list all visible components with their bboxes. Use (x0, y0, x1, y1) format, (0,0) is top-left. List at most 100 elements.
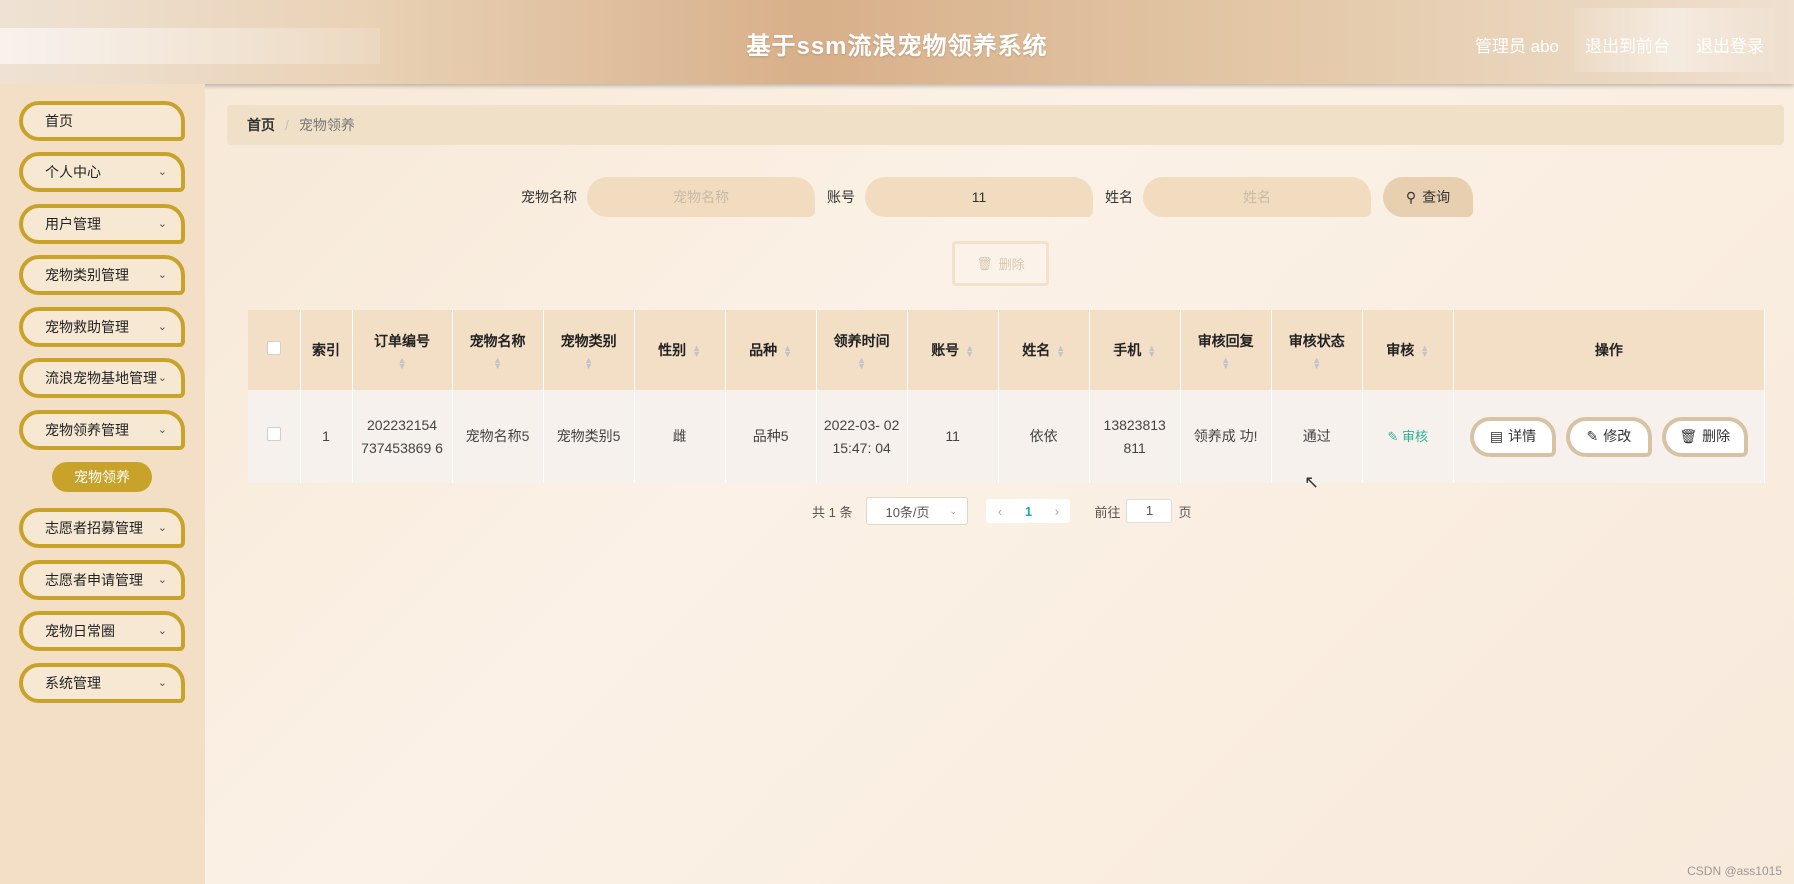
name-input[interactable]: 姓名 (1143, 177, 1371, 217)
sidebar-item-users[interactable]: 用户管理 ⌄ (19, 204, 185, 244)
edit-button[interactable]: ✎ 修改 (1565, 416, 1652, 457)
cell-status: 通过 (1271, 390, 1363, 483)
adoption-table: 索引 订单编号 ▲ ▼ 宠物名称 ▲ ▼ 宠物类别 ▲ ▼ 性别 ▲ ▼ 品种 ▲ ▼ 领养时间 ▲ ▼… (248, 310, 1766, 483)
sidebar-item-label: 流浪宠物基地管理 (45, 370, 157, 386)
header-cell[interactable]: 品种 ▲ ▼ (725, 310, 817, 390)
cell-pet-category: 宠物类别5 (543, 390, 635, 483)
sidebar-item-label: 系统管理 (45, 675, 101, 691)
header-cell[interactable]: 领养时间 ▲ ▼ (816, 310, 908, 390)
sidebar-subitem-adoption[interactable]: 宠物领养 (52, 462, 152, 492)
cell-index: 1 (300, 390, 353, 483)
sidebar-item-pet-daily[interactable]: 宠物日常圈 ⌄ (19, 611, 185, 651)
to-front-link[interactable]: 退出到前台 (1585, 32, 1670, 57)
sidebar-item-label: 宠物救助管理 (45, 319, 129, 335)
sidebar-item-adoption[interactable]: 宠物领养管理 ⌄ (19, 410, 185, 450)
sort-icon[interactable]: ▲ ▼ (1185, 356, 1267, 371)
sidebar-item-pet-category[interactable]: 宠物类别管理 ⌄ (19, 255, 185, 295)
sort-icon[interactable]: ▲ ▼ (1056, 344, 1065, 359)
header-cell[interactable]: 性别 ▲ ▼ (634, 310, 726, 390)
logout-link[interactable]: 退出登录 (1696, 32, 1764, 57)
sort-icon[interactable]: ▲ ▼ (357, 356, 448, 371)
breadcrumb-current: 宠物领养 (298, 117, 355, 133)
header-cell[interactable]: 宠物名称 ▲ ▼ (452, 310, 544, 390)
sidebar-item-label: 志愿者招募管理 (45, 520, 143, 536)
sidebar-item-volunteer-recruit[interactable]: 志愿者招募管理 ⌄ (19, 508, 185, 548)
page-size-select[interactable]: 10条/页 ⌄ (866, 497, 969, 525)
header-actions: 管理员 abo 退出到前台 退出登录 (1475, 32, 1764, 57)
page-nav: ‹ 1 › (986, 499, 1071, 523)
pagination: 共 1 条 10条/页 ⌄ ‹ 1 › 前往 1 页 (812, 496, 1192, 526)
search-icon: ⚲ (1405, 188, 1417, 205)
watermark: CSDN @ass1015 (1687, 864, 1782, 878)
account-input[interactable]: 11 (865, 177, 1093, 217)
table-header-row: 索引 订单编号 ▲ ▼ 宠物名称 ▲ ▼ 宠物类别 ▲ ▼ 性别 ▲ ▼ 品种 ▲ ▼ 领养时间 ▲ ▼… (248, 310, 1766, 390)
chevron-down-icon: ⌄ (157, 625, 167, 637)
query-button-label: 查询 (1422, 189, 1451, 205)
chevron-down-icon: ⌄ (157, 522, 167, 534)
sort-icon[interactable]: ▲ ▼ (1420, 344, 1429, 359)
header-cell[interactable]: 订单编号 ▲ ▼ (352, 310, 453, 390)
sort-icon[interactable]: ▲ ▼ (783, 344, 792, 359)
top-header: 基于ssm流浪宠物领养系统 管理员 abo 退出到前台 退出登录 (0, 0, 1794, 84)
chevron-down-icon: ⌄ (157, 677, 167, 689)
breadcrumb-home[interactable]: 首页 (247, 115, 275, 135)
audit-link[interactable]: ✎ 审核 (1387, 429, 1428, 444)
pager-total: 共 1 条 (812, 504, 853, 520)
cell-phone: 13823813 811 (1089, 390, 1181, 483)
chevron-down-icon: ⌄ (157, 372, 167, 384)
header-cell[interactable]: 宠物类别 ▲ ▼ (543, 310, 635, 390)
cell-audit: ✎ 审核 (1362, 390, 1454, 483)
row-select[interactable] (248, 390, 301, 483)
sort-icon[interactable]: ▲ ▼ (965, 344, 974, 359)
sidebar-item-pet-rescue[interactable]: 宠物救助管理 ⌄ (19, 307, 185, 347)
chevron-down-icon: ⌄ (157, 166, 167, 178)
sidebar-item-label: 个人中心 (45, 164, 101, 180)
sort-icon[interactable]: ▲ ▼ (821, 356, 903, 371)
chevron-down-icon: ⌄ (949, 505, 958, 517)
search-bar: 宠物名称 宠物名称 账号 11 姓名 姓名 ⚲ 查询 (521, 177, 1473, 217)
header-cell: 操作 (1453, 310, 1766, 390)
sort-icon[interactable]: ▲ ▼ (548, 356, 630, 371)
sidebar-item-volunteer-apply[interactable]: 志愿者申请管理 ⌄ (19, 560, 185, 600)
sidebar-item-stray-base[interactable]: 流浪宠物基地管理 ⌄ (19, 358, 185, 398)
page-suffix: 页 (1178, 504, 1192, 520)
sort-icon[interactable]: ▲ ▼ (1276, 356, 1358, 371)
chevron-down-icon: ⌄ (157, 424, 167, 436)
sidebar: 首页 个人中心 ⌄ 用户管理 ⌄ 宠物类别管理 ⌄ 宠物救助管理 ⌄ 流浪宠物基地管理 ⌄… (0, 84, 205, 884)
sidebar-item-label: 志愿者申请管理 (45, 572, 143, 588)
sort-icon[interactable]: ▲ ▼ (457, 356, 539, 371)
pet-name-input[interactable]: 宠物名称 (587, 177, 815, 217)
cell-breed: 品种5 (725, 390, 817, 483)
sidebar-item-label: 用户管理 (45, 216, 101, 232)
goto-page-input[interactable]: 1 (1126, 499, 1173, 523)
cell-adopt-time: 2022-03- 02 15:47: 04 (816, 390, 908, 483)
header-cell[interactable]: 手机 ▲ ▼ (1089, 310, 1181, 390)
sidebar-item-home[interactable]: 首页 (19, 101, 185, 141)
next-page-icon[interactable]: › (1055, 504, 1059, 519)
query-button[interactable]: ⚲ 查询 (1383, 177, 1473, 217)
bulk-delete-button[interactable]: 🗑 删除 (952, 241, 1049, 286)
cell-pet-name: 宠物名称5 (452, 390, 544, 483)
page-number[interactable]: 1 (1025, 504, 1032, 519)
header-cell[interactable]: 姓名 ▲ ▼ (998, 310, 1090, 390)
breadcrumb: 首页 / 宠物领养 (227, 105, 1784, 145)
delete-button[interactable]: 🗑 删除 (1661, 416, 1748, 457)
header-cell[interactable]: 审核状态 ▲ ▼ (1271, 310, 1363, 390)
sidebar-item-system[interactable]: 系统管理 ⌄ (19, 663, 185, 703)
header-cell[interactable]: 审核回复 ▲ ▼ (1180, 310, 1272, 390)
document-icon: ▤ (1489, 428, 1504, 444)
header-cell[interactable]: 账号 ▲ ▼ (907, 310, 999, 390)
prev-page-icon[interactable]: ‹ (998, 504, 1002, 519)
header-cell[interactable]: 审核 ▲ ▼ (1362, 310, 1454, 390)
sort-icon[interactable]: ▲ ▼ (692, 344, 701, 359)
sort-icon[interactable]: ▲ ▼ (1147, 344, 1156, 359)
cell-gender: 雌 (634, 390, 726, 483)
row-checkbox[interactable] (266, 427, 281, 441)
table-row: 1 202232154 737453869 6 宠物名称5 宠物类别5 雌 品种… (248, 390, 1766, 483)
header-select-all[interactable] (248, 310, 301, 390)
sidebar-item-personal[interactable]: 个人中心 ⌄ (19, 152, 185, 192)
chevron-down-icon: ⌄ (157, 269, 167, 281)
detail-button[interactable]: ▤ 详情 (1469, 416, 1556, 457)
cell-order-no: 202232154 737453869 6 (352, 390, 453, 483)
select-all-checkbox[interactable] (266, 341, 281, 355)
